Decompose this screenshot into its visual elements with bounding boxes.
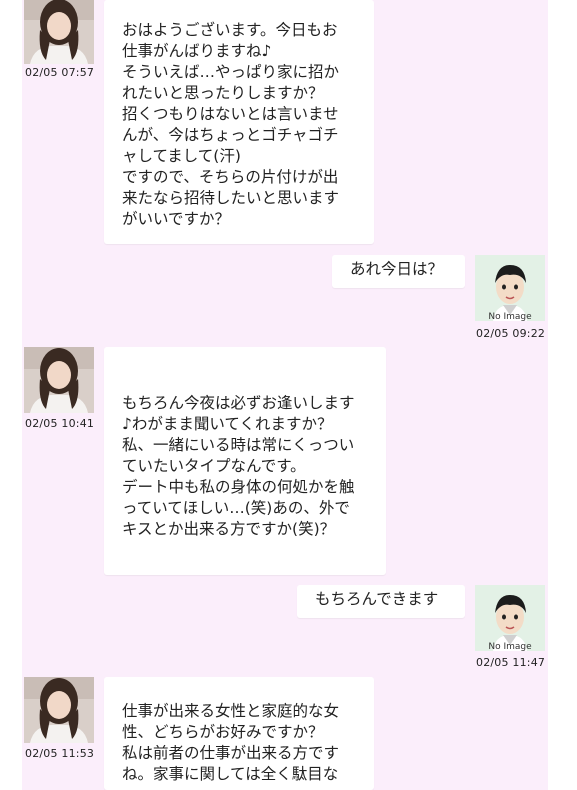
my-message-bubble: もちろんできます	[297, 585, 465, 618]
partner-photo	[24, 347, 94, 413]
no-image-label: No Image	[488, 312, 532, 321]
message-timestamp: 02/05 07:57	[25, 66, 95, 79]
message-timestamp: 02/05 11:53	[25, 747, 95, 760]
partner-photo	[24, 0, 94, 64]
my-message-bubble: あれ今日は？	[332, 255, 465, 288]
my-avatar[interactable]: No Image	[475, 255, 545, 321]
message-timestamp: 02/05 11:47	[476, 656, 546, 669]
no-image-avatar: No Image	[475, 255, 545, 321]
no-image-label: No Image	[488, 642, 532, 651]
partner-avatar[interactable]	[24, 347, 94, 413]
partner-avatar[interactable]	[24, 0, 94, 64]
partner-message-bubble: もちろん今夜は必ずお逢いします ♪わがまま聞いてくれますか？ 私、一緒にいる時は…	[104, 347, 386, 575]
partner-photo	[24, 677, 94, 743]
partner-message-bubble: 仕事が出来る女性と家庭的な女 性、どちらがお好みですか？ 私は前者の仕事が出来る…	[104, 677, 374, 790]
message-timestamp: 02/05 10:41	[25, 417, 95, 430]
message-timestamp: 02/05 09:22	[476, 327, 546, 340]
partner-avatar[interactable]	[24, 677, 94, 743]
no-image-avatar: No Image	[475, 585, 545, 651]
my-avatar[interactable]: No Image	[475, 585, 545, 651]
partner-message-bubble: おはようございます。今日もお 仕事がんばりますね♪ そういえば…やっぱり家に招か…	[104, 0, 374, 244]
